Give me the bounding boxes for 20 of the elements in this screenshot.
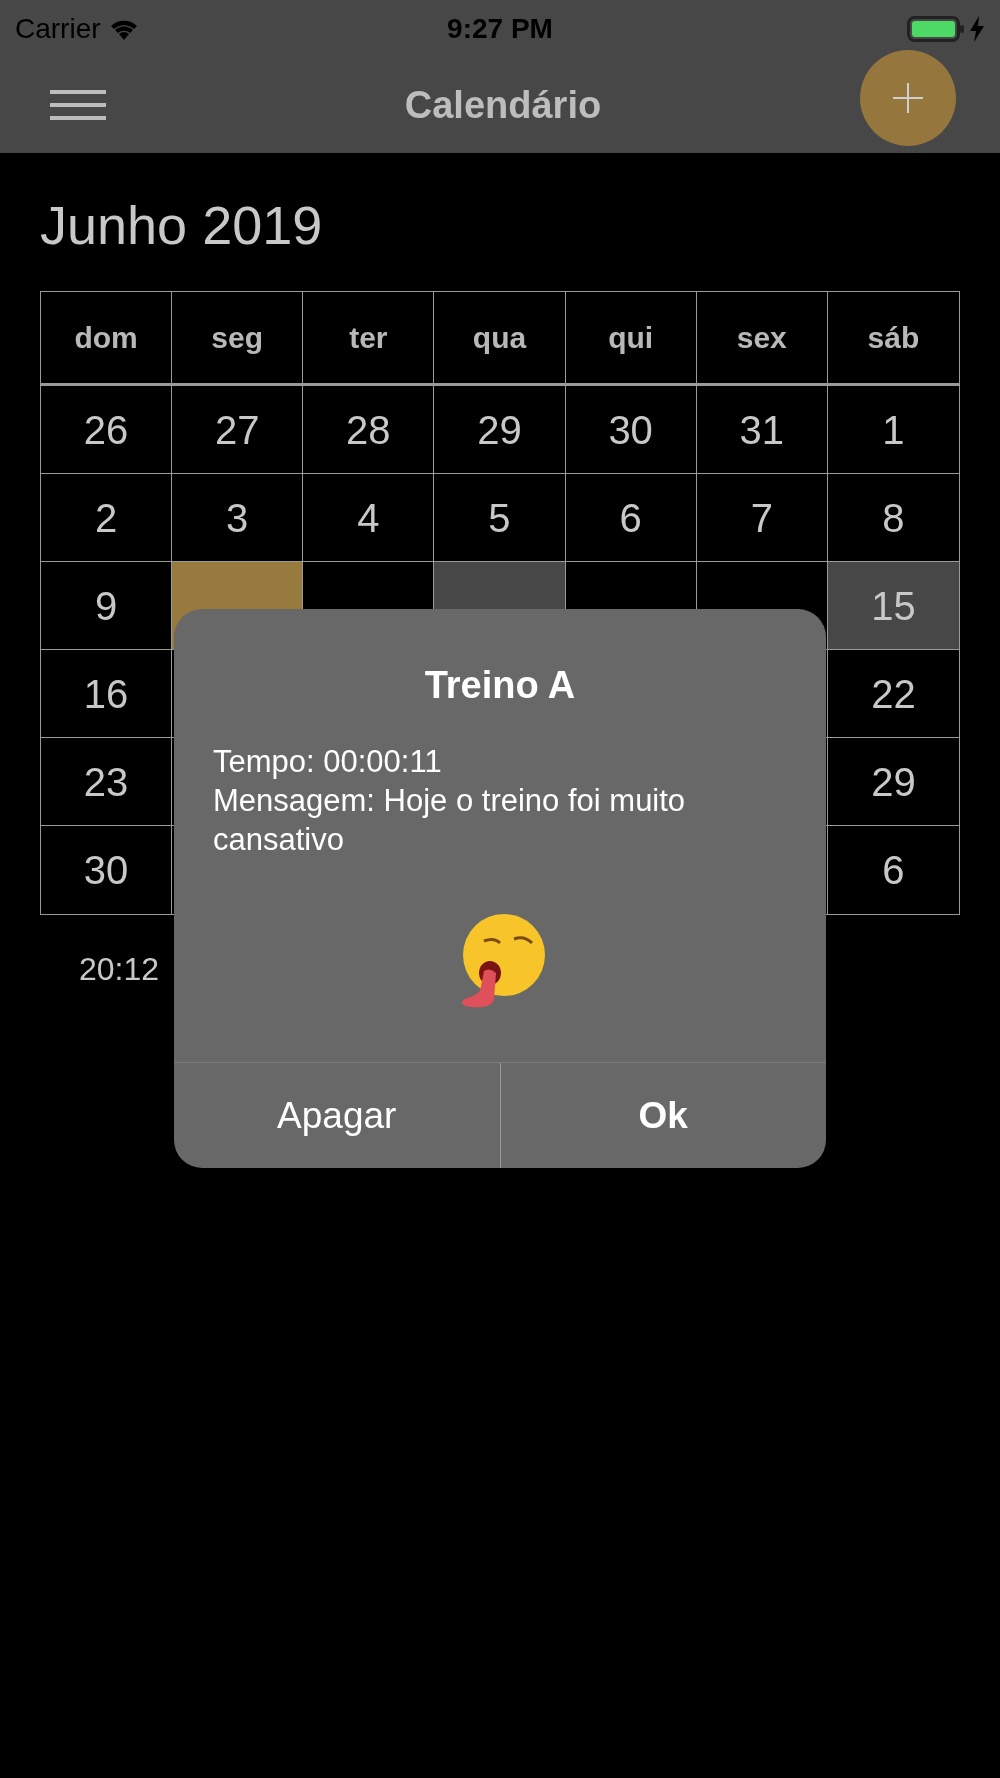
carrier-label: Carrier — [15, 11, 101, 46]
weekday-header: qui — [608, 320, 654, 356]
dialog-button[interactable]: Ok — [499, 1063, 826, 1168]
day-cell[interactable]: 15 — [827, 562, 959, 649]
weekday-header: dom — [74, 320, 138, 356]
weekday-header: seg — [211, 320, 264, 356]
weekday-header: ter — [349, 320, 388, 356]
dialog-button[interactable]: Apagar — [174, 1063, 500, 1168]
month-title: Junho 2019 — [40, 194, 324, 257]
weekday-header: sex — [736, 320, 787, 356]
event-time: 20:12 — [79, 950, 161, 989]
dialog-message: Mensagem: Hoje o treino foi muito cansativo — [213, 782, 687, 859]
plus-icon — [893, 83, 923, 113]
weekday-header: qua — [472, 320, 527, 356]
dialog-message: Tempo: 00:00:11 — [213, 743, 443, 781]
weekday-header: sáb — [867, 320, 920, 356]
screen-title: Calendário — [404, 82, 602, 128]
battery-icon — [907, 14, 965, 43]
status-time: 9:27 PM — [447, 11, 553, 46]
dialog-title: Treino A — [424, 663, 576, 708]
